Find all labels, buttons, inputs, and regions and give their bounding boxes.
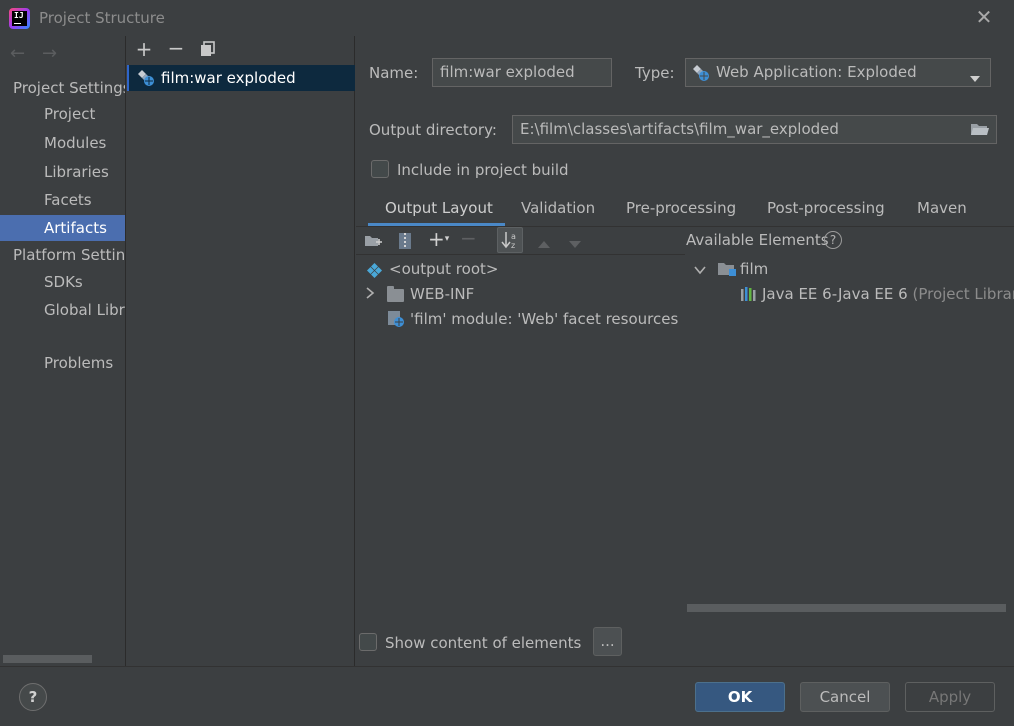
tab-output-layout[interactable]: Output Layout: [385, 199, 493, 217]
chevron-right-icon[interactable]: [364, 286, 376, 300]
chevron-down-icon[interactable]: [693, 262, 707, 275]
svg-text:z: z: [511, 241, 515, 250]
platform-settings-header: Platform Settings: [13, 246, 126, 264]
web-facet-icon: [387, 310, 405, 328]
web-artifact-icon: [137, 69, 155, 87]
back-arrow-icon[interactable]: ←: [10, 43, 25, 64]
tree-item-web-facet[interactable]: 'film' module: 'Web' facet resources: [410, 310, 678, 328]
available-module-film[interactable]: film: [740, 260, 768, 278]
forward-arrow-icon[interactable]: →: [42, 43, 57, 64]
left-nav: ← → Project Settings Project Modules Lib…: [0, 36, 126, 666]
tab-pre-processing[interactable]: Pre-processing: [626, 199, 736, 217]
sort-elements-icon[interactable]: az: [497, 227, 523, 253]
tab-maven[interactable]: Maven: [917, 199, 967, 217]
available-library[interactable]: Java EE 6-Java EE 6 (Project Library): [762, 285, 1014, 303]
help-circle-icon[interactable]: ?: [824, 231, 842, 249]
type-label: Type:: [635, 64, 675, 82]
artifacts-list-panel: + − film:war exploded: [127, 36, 355, 666]
web-app-icon: [692, 64, 710, 82]
new-directory-icon[interactable]: [364, 233, 382, 249]
copy-icon[interactable]: [200, 41, 216, 57]
artifact-label: film:war exploded: [161, 69, 296, 87]
nav-item-artifacts[interactable]: Artifacts: [0, 215, 125, 241]
project-settings-header: Project Settings: [13, 79, 126, 97]
move-up-icon: [537, 235, 551, 248]
add-icon[interactable]: +: [134, 39, 154, 60]
tab-validation[interactable]: Validation: [521, 199, 595, 217]
nav-item-problems[interactable]: Problems: [0, 350, 125, 376]
output-layout-toolbar: +▾ − az: [356, 227, 685, 255]
include-in-build-checkbox[interactable]: [371, 160, 389, 178]
remove-element-icon: −: [460, 226, 477, 250]
tree-item-output-root[interactable]: <output root>: [389, 260, 498, 278]
title-bar: IJ Project Structure ✕: [0, 0, 1014, 36]
library-icon: [740, 286, 758, 301]
name-field[interactable]: film:war exploded: [432, 58, 612, 87]
module-folder-icon: [717, 261, 737, 277]
create-archive-icon[interactable]: [398, 232, 412, 250]
remove-icon[interactable]: −: [166, 38, 186, 59]
nav-item-libraries[interactable]: Libraries: [0, 159, 125, 185]
name-label: Name:: [369, 64, 419, 82]
ok-button[interactable]: OK: [695, 682, 785, 712]
bottom-divider: [0, 666, 1014, 667]
nav-item-facets[interactable]: Facets: [0, 187, 125, 213]
library-name: Java EE 6-Java EE 6: [762, 285, 908, 303]
chevron-down-icon: [969, 69, 981, 82]
folder-icon: [387, 286, 404, 302]
type-select[interactable]: Web Application: Exploded: [685, 58, 991, 87]
move-down-icon: [568, 236, 582, 248]
close-icon[interactable]: ✕: [974, 7, 994, 28]
tab-post-processing[interactable]: Post-processing: [767, 199, 885, 217]
apply-button: Apply: [905, 682, 995, 712]
intellij-logo-icon: IJ: [9, 8, 30, 29]
help-button[interactable]: ?: [19, 683, 47, 711]
available-elements-scrollbar[interactable]: [687, 604, 1006, 612]
tree-item-web-inf[interactable]: WEB-INF: [410, 285, 474, 303]
show-content-label: Show content of elements: [385, 634, 582, 652]
artifact-list-item[interactable]: film:war exploded: [127, 65, 355, 91]
output-directory-field[interactable]: E:\film\classes\artifacts\film_war_explo…: [512, 115, 997, 144]
nav-item-sdks[interactable]: SDKs: [0, 269, 125, 295]
output-directory-label: Output directory:: [369, 121, 497, 139]
add-copy-icon[interactable]: +▾: [428, 229, 450, 251]
available-elements-header: Available Elements: [686, 231, 829, 249]
nav-item-project[interactable]: Project: [0, 101, 125, 127]
folder-browse-icon[interactable]: [970, 122, 990, 137]
type-select-value: Web Application: Exploded: [716, 63, 917, 81]
ellipsis-button[interactable]: ...: [593, 627, 622, 656]
nav-item-global-libraries[interactable]: Global Libraries: [0, 297, 125, 323]
svg-text:a: a: [511, 232, 516, 241]
left-nav-scrollbar[interactable]: [3, 655, 92, 663]
window-title: Project Structure: [39, 9, 165, 27]
cancel-button[interactable]: Cancel: [800, 682, 890, 712]
show-content-checkbox[interactable]: [359, 633, 377, 651]
nav-item-modules[interactable]: Modules: [0, 130, 125, 156]
output-root-icon: [366, 262, 383, 279]
library-suffix: (Project Library): [912, 285, 1014, 303]
include-in-build-label: Include in project build: [397, 161, 569, 179]
